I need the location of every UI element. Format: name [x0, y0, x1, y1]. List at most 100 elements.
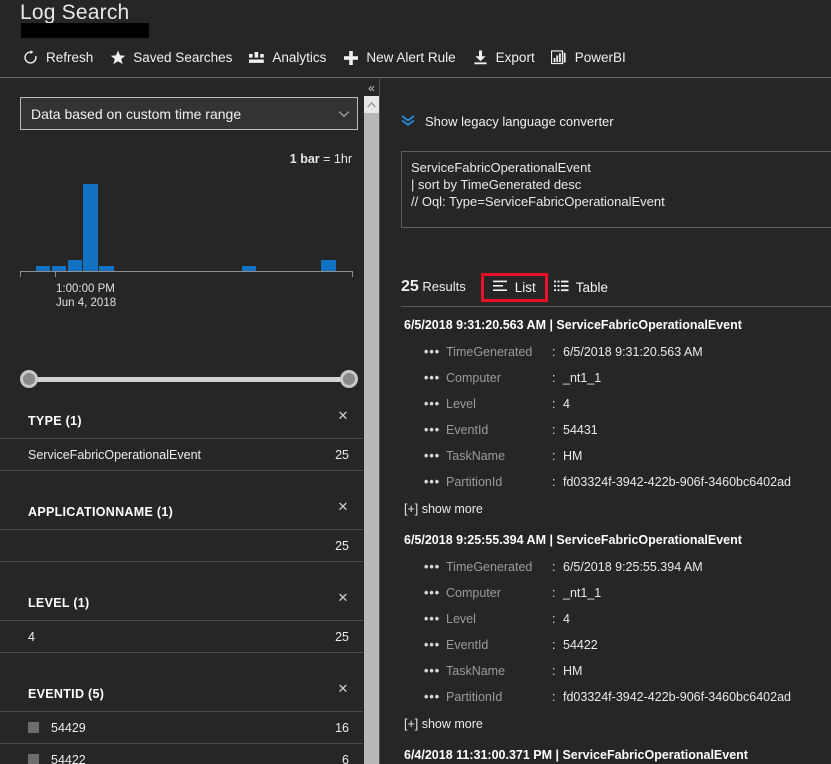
result-field-value: HM	[563, 664, 582, 678]
field-separator: :	[552, 345, 563, 359]
slider-handle-right[interactable]	[340, 370, 358, 388]
powerbi-icon	[551, 49, 568, 66]
axis-tick-right	[352, 271, 353, 277]
result-record-header[interactable]: 6/5/2018 9:31:20.563 AM | ServiceFabricO…	[380, 318, 831, 339]
show-more-link[interactable]: [+] show more	[380, 495, 831, 525]
show-more-link[interactable]: [+] show more	[380, 710, 831, 740]
facet-group: LEVEL (1)✕425	[0, 586, 363, 653]
result-field-row: •••EventId:54422	[380, 632, 831, 658]
result-field-key: TaskName	[446, 664, 552, 678]
scroll-up-button[interactable]	[364, 96, 379, 113]
refresh-button[interactable]: Refresh	[16, 46, 103, 69]
facet-value-count: 16	[335, 721, 349, 735]
view-toggle-table[interactable]: Table	[545, 276, 617, 299]
field-menu-icon[interactable]: •••	[424, 397, 446, 411]
field-menu-icon[interactable]: •••	[424, 690, 446, 704]
result-record-header[interactable]: 6/5/2018 9:25:55.394 AM | ServiceFabricO…	[380, 533, 831, 554]
histogram-bar[interactable]	[68, 260, 82, 271]
histogram-bar[interactable]	[83, 184, 97, 271]
legacy-converter-toggle[interactable]: Show legacy language converter	[401, 114, 614, 129]
slider-handle-left[interactable]	[20, 370, 38, 388]
field-menu-icon[interactable]: •••	[424, 638, 446, 652]
analytics-icon	[248, 49, 265, 66]
facet-header: LEVEL (1)✕	[0, 586, 363, 620]
histogram-x-time: 1:00:00 PM	[56, 282, 116, 296]
field-separator: :	[552, 690, 563, 704]
facet-group: EVENTID (5)✕5442916544226544231544321	[0, 677, 363, 764]
facet-spacer	[0, 562, 363, 586]
analytics-button[interactable]: Analytics	[242, 46, 336, 69]
results-toolbar: 25 Results List	[401, 272, 617, 302]
facet-value-label: 54422	[51, 753, 342, 764]
field-menu-icon[interactable]: •••	[424, 423, 446, 437]
facet-close-icon[interactable]: ✕	[335, 408, 351, 424]
time-range-dropdown[interactable]: Data based on custom time range	[20, 97, 358, 130]
results-count-number: 25	[401, 278, 419, 295]
result-field-key: TimeGenerated	[446, 345, 552, 359]
histogram-bar[interactable]	[321, 260, 335, 271]
plus-icon	[342, 49, 359, 66]
slider-track	[30, 377, 348, 382]
bar-legend-bold: 1 bar	[290, 152, 320, 166]
facet-close-icon[interactable]: ✕	[335, 681, 351, 697]
result-field-key: Level	[446, 397, 552, 411]
table-icon	[554, 280, 569, 295]
powerbi-button[interactable]: PowerBI	[545, 46, 636, 69]
field-menu-icon[interactable]: •••	[424, 664, 446, 678]
facet-rows: 425	[0, 620, 363, 653]
facet-close-icon[interactable]: ✕	[335, 499, 351, 515]
result-field-value: 4	[563, 397, 570, 411]
facet-row[interactable]: ServiceFabricOperationalEvent25	[0, 439, 363, 471]
result-field-row: •••PartitionId:fd03324f-3942-422b-906f-3…	[380, 469, 831, 495]
field-menu-icon[interactable]: •••	[424, 371, 446, 385]
new-alert-rule-label: New Alert Rule	[366, 50, 455, 65]
field-menu-icon[interactable]: •••	[424, 345, 446, 359]
facet-row[interactable]: 5442916	[0, 712, 363, 744]
result-field-row: •••EventId:54431	[380, 417, 831, 443]
field-menu-icon[interactable]: •••	[424, 560, 446, 574]
time-range-slider[interactable]	[20, 370, 358, 388]
facet-value-count: 25	[335, 539, 349, 553]
view-toggle-list[interactable]: List	[484, 276, 545, 299]
scrollbar-thumb[interactable]	[364, 113, 379, 764]
facet-value-count: 6	[342, 753, 349, 764]
export-button[interactable]: Export	[466, 46, 545, 69]
time-histogram-chart[interactable]: 1:00:00 PM Jun 4, 2018	[20, 176, 353, 288]
field-separator: :	[552, 612, 563, 626]
facet-list: TYPE (1)✕ServiceFabricOperationalEvent25…	[0, 404, 363, 764]
facet-rows: 25	[0, 529, 363, 562]
collapse-panel-button[interactable]: «	[364, 80, 379, 96]
field-menu-icon[interactable]: •••	[424, 612, 446, 626]
legacy-converter-label: Show legacy language converter	[425, 114, 614, 129]
facet-close-icon[interactable]: ✕	[335, 590, 351, 606]
result-field-value: fd03324f-3942-422b-906f-3460bc6402ad	[563, 475, 791, 489]
facet-value-label: 4	[28, 630, 335, 644]
field-separator: :	[552, 664, 563, 678]
left-panel-scrollbar[interactable]	[364, 96, 379, 764]
result-field-row: •••Level:4	[380, 391, 831, 417]
result-record: 6/5/2018 9:31:20.563 AM | ServiceFabricO…	[380, 310, 831, 525]
result-record-header[interactable]: 6/4/2018 11:31:00.371 PM | ServiceFabric…	[380, 748, 831, 764]
new-alert-rule-button[interactable]: New Alert Rule	[336, 46, 465, 69]
view-toggle-table-label: Table	[576, 280, 608, 295]
field-menu-icon[interactable]: •••	[424, 449, 446, 463]
result-field-value: 4	[563, 612, 570, 626]
result-field-value: 6/5/2018 9:25:55.394 AM	[563, 560, 703, 574]
facet-row[interactable]: 25	[0, 530, 363, 562]
facet-checkbox[interactable]	[28, 754, 39, 764]
facet-row[interactable]: 544226	[0, 744, 363, 764]
saved-searches-button[interactable]: Saved Searches	[103, 46, 242, 69]
query-editor[interactable]: ServiceFabricOperationalEvent | sort by …	[401, 151, 831, 228]
facet-value-count: 25	[335, 630, 349, 644]
field-menu-icon[interactable]: •••	[424, 475, 446, 489]
result-field-key: Computer	[446, 371, 552, 385]
facet-row[interactable]: 425	[0, 621, 363, 653]
field-menu-icon[interactable]: •••	[424, 586, 446, 600]
results-panel: Show legacy language converter ServiceFa…	[380, 78, 831, 764]
facet-checkbox[interactable]	[28, 722, 39, 733]
result-field-row: •••TaskName:HM	[380, 443, 831, 469]
facet-rows: ServiceFabricOperationalEvent25	[0, 438, 363, 471]
facet-header: TYPE (1)✕	[0, 404, 363, 438]
result-field-value: HM	[563, 449, 582, 463]
result-field-value: 54431	[563, 423, 598, 437]
